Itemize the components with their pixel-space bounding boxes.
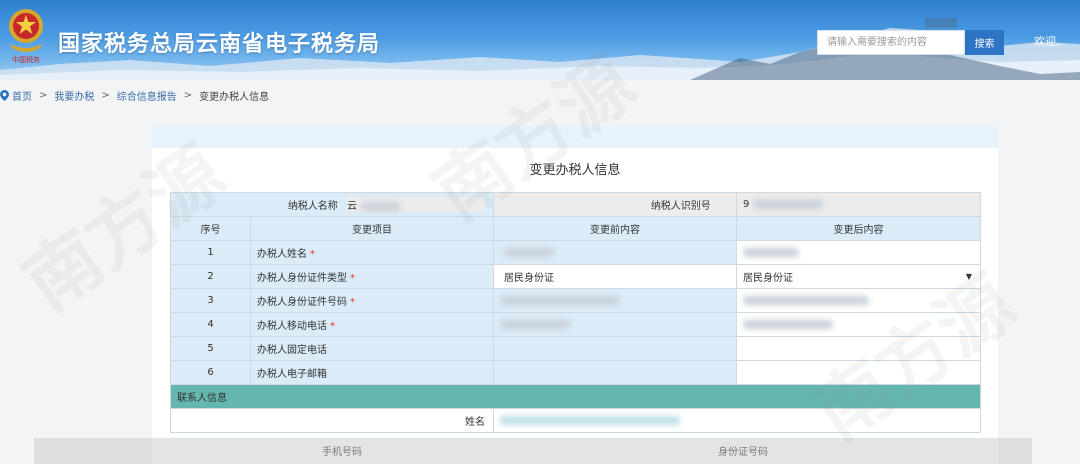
column-header-item: 变更项目 [250,216,494,241]
row-before [493,240,737,265]
table-row: 6 办税人电子邮箱 [170,360,981,385]
redacted-blur [743,247,799,257]
required-mark: * [330,321,335,332]
row-seq: 5 [170,336,251,361]
breadcrumb-separator: > [101,89,110,101]
row-before: 居民身份证 [493,264,737,289]
redacted-blur [753,199,824,209]
taxpayer-name-label: 纳税人名称 云 [170,192,494,217]
row-item: 办税人身份证件类型 * [250,264,494,289]
redacted-blur [361,201,401,211]
breadcrumb-home[interactable]: 首页 [12,88,32,103]
taxpayer-id-value-text: 9 [743,199,750,210]
redacted-blur [500,295,620,305]
breadcrumb-info-report[interactable]: 综合信息报告 [117,88,177,103]
row-seq: 2 [170,264,251,289]
row-item: 办税人身份证件号码 * [250,288,494,313]
row-item-label: 办税人身份证件类型 [257,273,347,284]
row-after-input[interactable] [736,312,981,337]
form-title: 变更办税人信息 [529,163,621,178]
row-before [493,312,737,337]
breadcrumb-separator: > [39,89,48,101]
site-header: 中国税务 国家税务总局云南省电子税务局 搜索 欢迎, [0,0,1080,80]
breadcrumb-separator: > [183,89,193,101]
row-before [493,288,737,313]
bottom-overlay-bar [34,438,1032,464]
row-item-label: 办税人移动电话 [257,321,327,332]
site-title: 国家税务总局云南省电子税务局 [58,32,381,57]
row-item-label: 办税人身份证件号码 [257,297,347,308]
row-seq: 3 [170,288,251,313]
required-mark: * [350,273,355,284]
id-type-select-value: 居民身份证 [743,273,793,284]
row-after-input[interactable] [736,240,981,265]
taxpayer-name-value: 云 [347,197,485,212]
row-after-input[interactable] [736,288,981,313]
table-header-row: 序号 变更项目 变更前内容 变更后内容 [170,216,981,241]
taxpayer-id-label-text: 纳税人识别号 [650,201,711,212]
row-item: 办税人固定电话 [250,336,494,361]
redacted-blur [500,415,680,425]
search-button[interactable]: 搜索 [965,30,1004,55]
required-mark: * [310,249,315,260]
row-after-input[interactable] [736,360,981,385]
row-item-label: 办税人姓名 [257,249,307,260]
panel-top-strip [152,126,998,148]
table-row: 5 办税人固定电话 [170,336,981,361]
row-before [493,336,737,361]
table-row: 3 办税人身份证件号码 * [170,288,981,313]
redacted-blur [743,295,869,305]
change-form-table: 纳税人名称 云 纳税人识别号 9 序号 变更项目 变更前内容 变更后内容 1 办… [170,192,981,433]
contact-name-label: 姓名 [170,408,494,433]
row-seq: 6 [170,360,251,385]
taxpayer-name-label-text: 纳税人名称 [287,201,338,212]
row-seq: 4 [170,312,251,337]
row-seq: 1 [170,240,251,265]
redacted-blur [743,319,833,329]
table-row: 2 办税人身份证件类型 * 居民身份证 居民身份证 ▼ [170,264,981,289]
location-pin-icon [0,89,9,101]
row-before [493,360,737,385]
tax-emblem-icon: 中国税务 [9,9,43,64]
mobile-label: 手机号码 [322,447,362,458]
table-row: 4 办税人移动电话 * [170,312,981,337]
column-header-after: 变更后内容 [736,216,981,241]
row-item: 办税人移动电话 * [250,312,494,337]
search-input[interactable] [817,30,965,55]
form-panel: 变更办税人信息 纳税人名称 云 纳税人识别号 9 序号 变更项目 变更前内容 变… [152,126,998,464]
chevron-down-icon: ▼ [965,272,972,281]
contact-name-row: 姓名 [170,408,981,433]
row-item: 办税人电子邮箱 [250,360,494,385]
taxpayer-id-label: 纳税人识别号 [493,192,737,217]
contact-name-input[interactable] [493,408,981,433]
contact-section-row: 联系人信息 [170,384,981,409]
id-type-select[interactable]: 居民身份证 ▼ [736,264,981,289]
row-item: 办税人姓名 * [250,240,494,265]
column-header-seq: 序号 [170,216,251,241]
breadcrumb: 首页 > 我要办税 > 综合信息报告 > 变更办税人信息 [0,88,270,103]
redacted-blur [504,247,554,257]
taxpayer-info-row: 纳税人名称 云 纳税人识别号 9 [170,192,981,217]
taxpayer-id-value: 9 [736,192,981,217]
contact-section-label: 联系人信息 [170,384,981,409]
id-number-label: 身份证号码 [718,447,768,458]
redacted-blur [500,319,570,329]
breadcrumb-current: 变更办税人信息 [199,91,270,103]
required-mark: * [350,297,355,308]
welcome-text: 欢迎, [1034,35,1060,48]
row-after-input[interactable] [736,336,981,361]
table-row: 1 办税人姓名 * [170,240,981,265]
taxpayer-name-value-text: 云 [347,201,357,212]
svg-text:中国税务: 中国税务 [12,55,40,64]
breadcrumb-tax-service[interactable]: 我要办税 [54,88,94,103]
column-header-before: 变更前内容 [493,216,737,241]
